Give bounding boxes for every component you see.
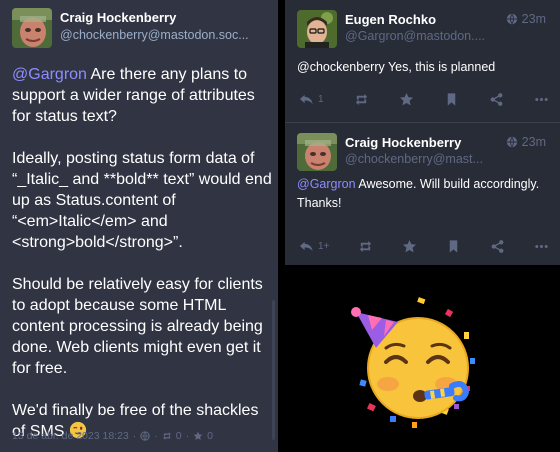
boost-button[interactable]	[358, 239, 373, 254]
more-button[interactable]	[534, 239, 549, 254]
reply-button[interactable]: 1+	[299, 239, 329, 254]
boost-button[interactable]	[354, 92, 369, 107]
main-post: Craig Hockenberry @chockenberry@mastodon…	[0, 0, 278, 452]
boost-icon[interactable]	[162, 431, 172, 441]
share-icon	[490, 92, 503, 106]
time-label: 23m	[521, 135, 546, 149]
post-meta: 13 de abr. de 2023 18:23 · · 0 · 0	[12, 430, 213, 442]
globe-icon	[506, 136, 517, 148]
reply-count: 1	[318, 93, 324, 105]
author-handle[interactable]: @chockenberry@mast...	[345, 152, 495, 166]
post-content: @Gargron Are there any plans to support …	[12, 64, 274, 442]
time-label: 23m	[521, 12, 546, 26]
reply-count: 1+	[318, 240, 330, 252]
post-paragraph: @Gargron Are there any plans to support …	[12, 64, 274, 127]
post-content: @Gargron Awesome. Will build accordingly…	[297, 175, 552, 213]
favourite-button[interactable]	[399, 92, 414, 107]
author-handle[interactable]: @chockenberry@mastodon.soc...	[60, 28, 270, 42]
reply-icon	[299, 241, 313, 251]
author-name[interactable]: Craig Hockenberry	[60, 10, 176, 25]
more-icon	[535, 97, 548, 101]
favourite-count: 0	[207, 430, 213, 442]
avatar[interactable]	[297, 133, 337, 171]
scrollbar[interactable]	[272, 300, 275, 440]
boost-icon	[355, 93, 367, 105]
favourite-button[interactable]	[402, 239, 417, 254]
reply-button[interactable]: 1	[299, 92, 324, 107]
avatar[interactable]	[297, 10, 337, 48]
boost-icon	[360, 240, 372, 252]
action-bar: 1	[299, 90, 549, 108]
post-timestamp[interactable]: 13 de abr. de 2023 18:23	[12, 430, 129, 442]
star-icon	[399, 92, 413, 105]
share-icon	[491, 239, 504, 253]
mention-link[interactable]: @Gargron	[12, 66, 87, 83]
bookmark-button[interactable]	[446, 239, 461, 254]
partying-face-emoji	[346, 292, 486, 432]
post-time[interactable]: 23m	[506, 135, 546, 149]
author-name[interactable]: Eugen Rochko	[345, 12, 436, 27]
boost-count: 0	[175, 430, 182, 442]
separator: ·	[154, 430, 158, 442]
more-icon	[535, 244, 548, 248]
author-name[interactable]: Craig Hockenberry	[345, 135, 461, 150]
post-paragraph: Should be relatively easy for clients to…	[12, 276, 263, 377]
reply-icon	[299, 94, 313, 104]
mention-link[interactable]: @Gargron	[297, 177, 356, 191]
star-icon	[403, 239, 417, 252]
separator: ·	[185, 430, 190, 442]
avatar[interactable]	[12, 8, 52, 48]
author-handle[interactable]: @Gargron@mastodon....	[345, 29, 495, 43]
post-time[interactable]: 23m	[506, 12, 546, 26]
more-button[interactable]	[534, 92, 549, 107]
share-button[interactable]	[489, 92, 504, 107]
share-button[interactable]	[490, 239, 505, 254]
star-icon[interactable]	[193, 431, 203, 441]
globe-icon	[140, 431, 150, 441]
globe-icon	[506, 13, 517, 25]
bookmark-icon	[447, 92, 456, 106]
thread-panel: Eugen Rochko @Gargron@mastodon.... 23m @…	[285, 0, 560, 265]
reply-post: Craig Hockenberry @chockenberry@mast... …	[285, 123, 560, 265]
post-paragraph: Ideally, posting status form data of “_I…	[12, 150, 272, 251]
bookmark-button[interactable]	[444, 92, 459, 107]
separator: ·	[132, 430, 137, 442]
bookmark-icon	[449, 239, 458, 253]
reply-post: Eugen Rochko @Gargron@mastodon.... 23m @…	[285, 0, 560, 122]
post-content: @chockenberry Yes, this is planned	[297, 60, 496, 74]
action-bar: 1+	[299, 237, 549, 255]
